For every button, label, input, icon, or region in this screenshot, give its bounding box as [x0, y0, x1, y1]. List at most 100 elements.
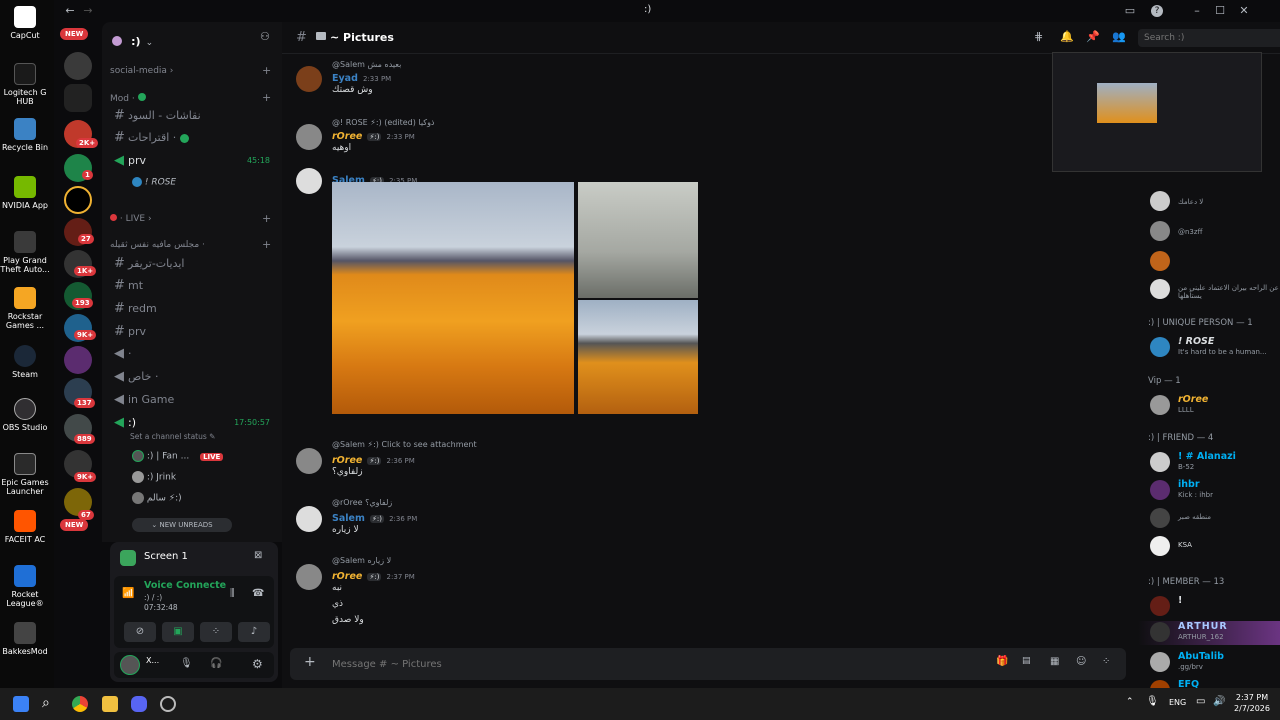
emoji-icon[interactable]: ☺: [1076, 656, 1086, 667]
voice-channel-private[interactable]: ◀ خاص ·: [110, 367, 278, 387]
member-item[interactable]: لا دعامك: [1138, 190, 1280, 214]
avatar[interactable]: [296, 506, 322, 532]
author-name[interactable]: Salem: [332, 513, 365, 524]
desktop-icon-rockstar[interactable]: Rockstar Games ...: [0, 287, 50, 330]
close-icon[interactable]: ✕: [1236, 3, 1252, 19]
network-icon[interactable]: ▭: [1196, 696, 1205, 707]
soundboard-icon[interactable]: ♪: [238, 622, 270, 642]
member-item[interactable]: ihbr Kick : ihbr: [1138, 479, 1280, 503]
desktop-icon-logitech[interactable]: Logitech G HUB: [0, 63, 50, 106]
add-channel-icon[interactable]: +: [262, 238, 271, 251]
photo-field-sprinklers[interactable]: [578, 300, 698, 414]
author-name[interactable]: Eyad: [332, 73, 358, 84]
plus-icon[interactable]: +: [304, 654, 316, 670]
voice-status[interactable]: Voice Connecte: [144, 580, 226, 591]
add-friend-icon[interactable]: ⚇: [260, 30, 270, 43]
member-item[interactable]: ! # Alanazi B-52: [1138, 451, 1280, 475]
voice-user-fan[interactable]: :) | Fan ... LIVE: [132, 450, 224, 462]
add-channel-icon[interactable]: +: [262, 91, 271, 104]
search-icon[interactable]: ⌕: [42, 695, 50, 711]
voice-user-rose[interactable]: ! ROSE: [132, 177, 176, 188]
chevron-up-icon[interactable]: ⌃: [1126, 697, 1134, 707]
language-indicator[interactable]: ENG: [1169, 698, 1186, 707]
back-arrow-icon[interactable]: ←: [62, 3, 78, 19]
add-channel-icon[interactable]: +: [262, 64, 271, 77]
voice-user-jrink[interactable]: :) Jrink: [132, 471, 176, 483]
channel-redm[interactable]: # redm: [110, 299, 278, 319]
desktop-icon-gta[interactable]: Play Grand Theft Auto...: [0, 231, 50, 274]
clock[interactable]: 2:37 PM 2/7/2026: [1232, 692, 1272, 714]
photo-flower-field[interactable]: [332, 182, 574, 414]
gift-icon[interactable]: 🎁: [996, 656, 1008, 667]
voice-channel-dot[interactable]: ◀ ·: [110, 344, 278, 364]
avatar[interactable]: [296, 66, 322, 92]
add-channel-icon[interactable]: +: [262, 212, 271, 225]
avatar[interactable]: [120, 655, 140, 675]
member-item[interactable]: KSA: [1138, 535, 1280, 559]
maximize-icon[interactable]: ☐: [1212, 3, 1228, 19]
category-mod[interactable]: Mod ·: [110, 93, 146, 104]
channel-discussions[interactable]: # نقاشات - السود: [110, 106, 278, 126]
file-explorer-icon[interactable]: [102, 696, 118, 712]
sticker-icon[interactable]: ▦: [1050, 656, 1059, 667]
desktop-icon-rocket-league[interactable]: Rocket League®: [0, 565, 50, 608]
server-icon[interactable]: [64, 186, 92, 214]
desktop-icon-obs[interactable]: OBS Studio: [0, 398, 50, 432]
threads-icon[interactable]: ⋕: [1034, 30, 1043, 43]
search-input[interactable]: [1138, 29, 1280, 47]
desktop-icon-epic[interactable]: Epic Games Launcher: [0, 453, 50, 496]
channel-prv[interactable]: # prv: [110, 322, 278, 342]
volume-icon[interactable]: 🔊: [1213, 696, 1225, 707]
desktop-icon-steam[interactable]: Steam: [0, 345, 50, 379]
noise-suppression-icon[interactable]: ⫼: [230, 588, 235, 599]
author-name[interactable]: rOree: [332, 571, 362, 582]
forward-arrow-icon[interactable]: →: [80, 3, 96, 19]
member-item[interactable]: منطقه صبر: [1138, 507, 1280, 531]
member-item[interactable]: @n3zff: [1138, 220, 1280, 244]
share-screen-icon[interactable]: ▣: [162, 622, 194, 642]
minimize-icon[interactable]: –: [1189, 3, 1205, 19]
gif-icon[interactable]: ▤: [1022, 656, 1031, 666]
avatar[interactable]: [296, 168, 322, 194]
member-item[interactable]: وشند عن الراحه بيران الاعتماد عليني من ي…: [1138, 278, 1280, 302]
app-icon[interactable]: [160, 696, 176, 712]
camera-off-icon[interactable]: ⊘: [124, 622, 156, 642]
voice-channel-in-game[interactable]: ◀ in Game: [110, 390, 278, 410]
voice-channel-prv[interactable]: ◀ prv 45:18: [110, 151, 278, 171]
member-item[interactable]: ARTHUR ARTHUR_162: [1138, 621, 1280, 645]
channel-status[interactable]: Set a channel status ✎: [130, 432, 215, 441]
server-icon[interactable]: [64, 84, 92, 112]
desktop-icon-bakkesmod[interactable]: BakkesMod: [0, 622, 50, 656]
channel-mt[interactable]: # mt: [110, 276, 278, 296]
headphones-icon[interactable]: 🎧: [210, 658, 222, 669]
channel-ids-trigger[interactable]: # ايديات-تريقر: [110, 254, 278, 274]
desktop-icon-nvidia[interactable]: NVIDIA App: [0, 176, 50, 210]
desktop-icon-recycle-bin[interactable]: Recycle Bin: [0, 118, 50, 152]
desktop-icon-faceit[interactable]: FACEIT AC: [0, 510, 50, 544]
server-icon[interactable]: [64, 346, 92, 374]
author-name[interactable]: rOree: [332, 455, 362, 466]
category-majlis[interactable]: مجلس مافيه نفس ثقيله ·: [110, 240, 205, 250]
message-reply[interactable]: @Salem بعيده مش: [332, 52, 832, 71]
microphone-icon[interactable]: 🎙: [180, 658, 193, 669]
new-unreads-pill[interactable]: ⌄ NEW UNREADS: [132, 518, 232, 532]
server-icon[interactable]: [64, 52, 92, 80]
avatar[interactable]: [296, 124, 322, 150]
author-name[interactable]: rOree: [332, 131, 362, 142]
member-item[interactable]: !: [1138, 595, 1280, 619]
apps-icon[interactable]: ⁘: [1102, 656, 1110, 667]
message-input[interactable]: [332, 655, 932, 673]
discord-icon[interactable]: [131, 696, 147, 712]
windows-start-icon[interactable]: [13, 696, 29, 712]
voice-channel-smile[interactable]: ◀:) 17:50:57: [110, 413, 278, 433]
activities-icon[interactable]: ⁘: [200, 622, 232, 642]
gear-icon[interactable]: ⚙: [252, 657, 263, 671]
member-item[interactable]: rOree LLLL: [1138, 394, 1280, 418]
help-icon[interactable]: ?: [1151, 5, 1163, 17]
chrome-icon[interactable]: [72, 696, 88, 712]
desktop-icon-capcut[interactable]: CapCut: [0, 6, 50, 40]
photo-ducks[interactable]: [578, 182, 698, 298]
bell-icon[interactable]: 🔔: [1060, 30, 1074, 43]
disconnect-icon[interactable]: ☎: [252, 588, 264, 599]
member-item[interactable]: [1138, 250, 1280, 274]
